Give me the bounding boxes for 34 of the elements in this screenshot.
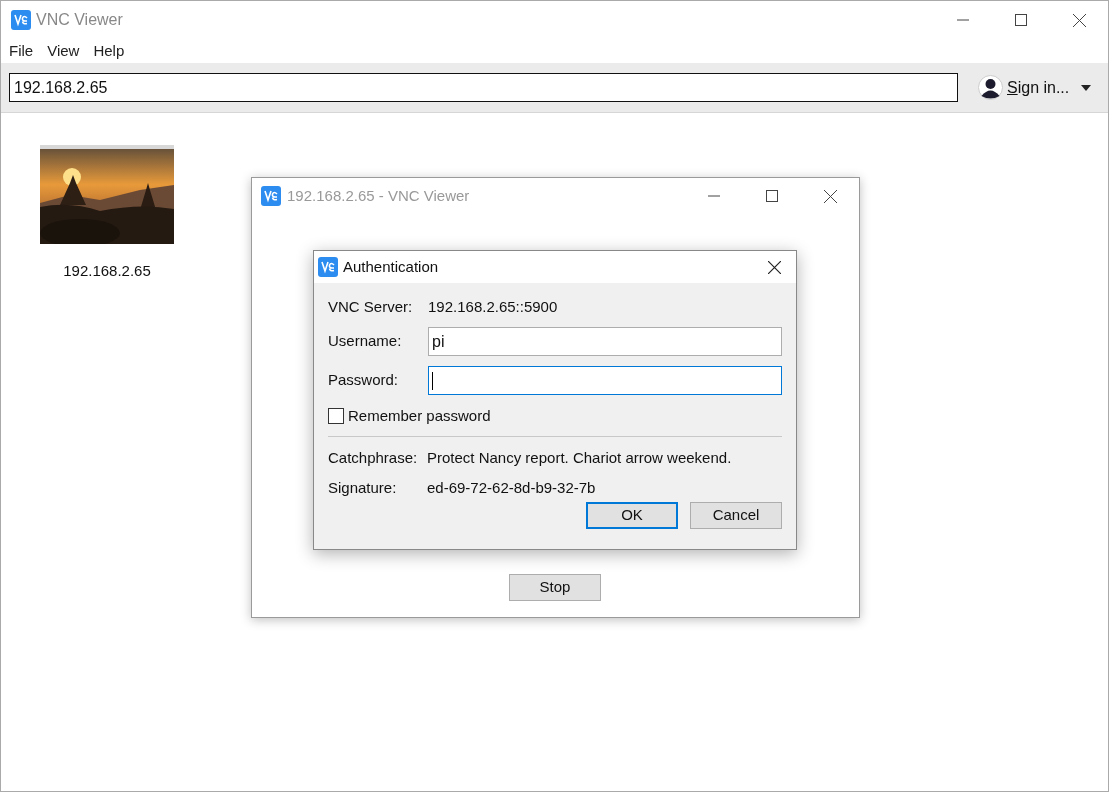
dialog-title: Authentication [343,256,440,277]
sign-in-button[interactable]: Sign in... [978,75,1070,100]
window-title: 192.168.2.65 - VNC Viewer [287,185,471,206]
field-label: VNC Server: [328,296,414,317]
close-icon[interactable] [767,260,781,274]
maximize-icon[interactable] [1015,14,1027,26]
dialog-button[interactable]: OK [586,502,678,529]
field-label: Password: [328,370,400,391]
dialog-button[interactable]: Cancel [690,502,782,529]
stop-button[interactable]: Stop [509,574,601,601]
menu-item[interactable]: File [9,39,34,63]
menu-item[interactable]: View [47,39,80,63]
field-label: Username: [328,331,403,352]
app-logo-icon [318,257,338,277]
address-field[interactable]: 192.168.2.65 [9,73,958,102]
app-logo-icon [261,186,281,206]
window-title: VNC Viewer [36,10,124,30]
input-field[interactable]: pi [428,327,782,356]
catchphrase-text: Protect Nancy report. Chariot arrow weekend. [427,447,732,468]
dropdown-caret-icon[interactable] [1081,84,1092,91]
checkbox[interactable] [328,408,344,424]
menu-item[interactable]: Help [93,39,125,63]
signature-text: ed-69-72-62-8d-b9-32-7b [427,477,596,498]
app-logo-icon [11,10,31,30]
input-field[interactable] [428,366,782,395]
checkbox-label[interactable]: Remember password [348,404,491,428]
user-avatar-icon [978,75,1003,100]
connection-label[interactable]: 192.168.2.65 [63,260,151,283]
maximize-icon[interactable] [766,190,778,202]
server-address: 192.168.2.65::5900 [428,296,558,317]
close-icon[interactable] [823,189,837,203]
field-label: Signature: [328,477,398,498]
field-label: Catchphrase: [328,447,419,468]
close-icon[interactable] [1072,13,1086,27]
